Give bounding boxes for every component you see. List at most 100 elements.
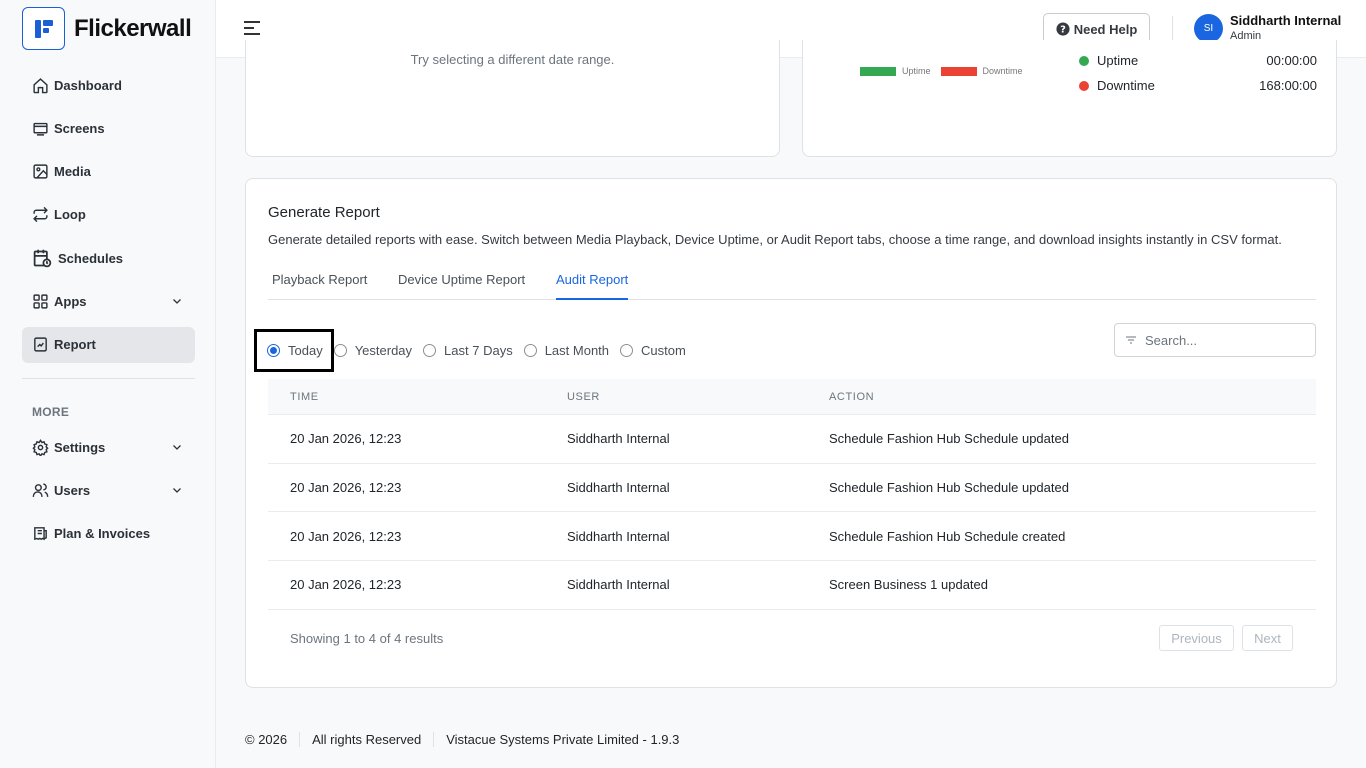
- receipt-icon: [34, 527, 47, 541]
- image-icon: [33, 164, 48, 179]
- pagination: Showing 1 to 4 of 4 results Previous Nex…: [268, 625, 1316, 651]
- sidebar-item-apps[interactable]: Apps: [22, 283, 195, 319]
- header-divider: [1172, 16, 1173, 42]
- downtime-stat: Downtime 168:00:00: [1079, 78, 1317, 93]
- cell-user: Siddharth Internal: [567, 431, 670, 447]
- users-icon: [32, 483, 49, 497]
- gear-icon: [32, 438, 49, 456]
- column-header-user: USER: [567, 390, 600, 403]
- uptime-summary-card: Uptime Downtime Uptime 00:00:00 Downtime…: [802, 40, 1337, 157]
- range-today-radio[interactable]: Today: [254, 329, 334, 372]
- radio-indicator: [620, 344, 634, 357]
- generate-report-card: Generate Report Generate detailed report…: [245, 178, 1337, 688]
- cell-user: Siddharth Internal: [567, 480, 670, 496]
- main-nav: Dashboard Screens Media Loop Schedules A…: [22, 67, 195, 370]
- chevron-down-icon: [173, 488, 181, 494]
- menu-icon[interactable]: [243, 19, 261, 37]
- cell-time: 20 Jan 2026, 12:23: [290, 480, 402, 496]
- cell-time: 20 Jan 2026, 12:23: [290, 431, 402, 447]
- user-name[interactable]: Siddharth Internal: [1230, 13, 1341, 28]
- sidebar-item-label: Loop: [54, 207, 86, 223]
- chevron-down-icon: [173, 445, 181, 450]
- question-icon: ?: [1056, 22, 1070, 36]
- radio-label: Last Month: [544, 343, 610, 358]
- sidebar-item-label: Plan & Invoices: [54, 526, 151, 542]
- home-icon: [33, 77, 48, 93]
- cell-action: Schedule Fashion Hub Schedule updated: [829, 480, 1069, 496]
- stat-value: 168:00:00: [1259, 78, 1317, 93]
- search-input[interactable]: [1145, 332, 1305, 348]
- radio-label: Yesterday: [354, 343, 413, 358]
- range-last-7-days-radio[interactable]: Last 7 Days: [423, 343, 513, 358]
- brand-logo[interactable]: Flickerwall: [22, 7, 192, 50]
- sidebar-item-settings[interactable]: Settings: [22, 429, 195, 465]
- radio-label: Today: [288, 343, 323, 358]
- sidebar-item-plan-invoices[interactable]: Plan & Invoices: [22, 516, 195, 552]
- monitor-icon: [33, 122, 48, 136]
- cell-action: Schedule Fashion Hub Schedule created: [829, 528, 1066, 544]
- previous-button[interactable]: Previous: [1159, 625, 1234, 651]
- radio-label: Custom: [641, 343, 686, 358]
- stat-label: Downtime: [1097, 78, 1155, 93]
- sidebar: Flickerwall Dashboard Screens Media Loop…: [0, 0, 216, 768]
- sidebar-item-dashboard[interactable]: Dashboard: [22, 67, 195, 103]
- footer-copyright: © 2026: [245, 732, 288, 747]
- cell-user: Siddharth Internal: [567, 577, 670, 593]
- avatar[interactable]: SI: [1194, 14, 1223, 43]
- sidebar-item-media[interactable]: Media: [22, 154, 195, 190]
- brand-name: Flickerwall: [74, 14, 192, 42]
- footer-company: Vistacue Systems Private Limited - 1.9.3: [433, 732, 691, 747]
- sidebar-item-label: Dashboard: [54, 77, 122, 93]
- cell-time: 20 Jan 2026, 12:23: [290, 577, 402, 593]
- radio-indicator: [333, 344, 347, 357]
- sidebar-item-report[interactable]: Report: [22, 326, 195, 363]
- grid-icon: [33, 294, 48, 309]
- radio-indicator: [267, 344, 280, 357]
- tab-device-uptime-report[interactable]: Device Uptime Report: [398, 272, 525, 300]
- report-tabs: Playback Report Device Uptime Report Aud…: [268, 259, 1316, 300]
- column-header-action: ACTION: [829, 390, 875, 403]
- need-help-label: Need Help: [1073, 21, 1138, 37]
- secondary-nav: Settings Users Plan & Invoices: [22, 429, 195, 559]
- status-dot: [1079, 55, 1089, 66]
- range-last-month-radio[interactable]: Last Month: [523, 343, 610, 358]
- tab-playback-report[interactable]: Playback Report: [272, 272, 367, 300]
- chevron-down-icon: [173, 299, 181, 305]
- sidebar-divider: [22, 378, 195, 379]
- table-row: 20 Jan 2026, 12:23 Siddharth Internal Sc…: [268, 415, 1316, 464]
- status-dot: [1079, 80, 1089, 91]
- sidebar-item-label: Users: [54, 482, 91, 498]
- range-yesterday-radio[interactable]: Yesterday: [333, 343, 413, 358]
- next-button[interactable]: Next: [1242, 625, 1293, 651]
- page-footer: © 2026 All rights Reserved Vistacue Syst…: [245, 732, 691, 747]
- svg-text:?: ?: [1060, 25, 1066, 36]
- cell-time: 20 Jan 2026, 12:23: [290, 528, 402, 544]
- sidebar-item-label: Schedules: [58, 250, 124, 266]
- sidebar-item-screens[interactable]: Screens: [22, 110, 195, 146]
- results-info: Showing 1 to 4 of 4 results: [290, 631, 444, 646]
- radio-indicator: [523, 344, 537, 357]
- sidebar-item-users[interactable]: Users: [22, 472, 195, 508]
- chart-legend: Uptime Downtime: [860, 66, 1033, 76]
- sidebar-item-loop[interactable]: Loop: [22, 197, 195, 233]
- report-icon: [34, 337, 47, 352]
- report-title: Generate Report: [268, 204, 380, 221]
- cell-user: Siddharth Internal: [567, 528, 670, 544]
- empty-state-hint: Try selecting a different date range.: [410, 52, 615, 67]
- date-range-options: Today Yesterday Last 7 Days Last Month C…: [254, 329, 697, 372]
- sidebar-item-schedules[interactable]: Schedules: [22, 240, 195, 276]
- report-description: Generate detailed reports with ease. Swi…: [268, 232, 1282, 247]
- range-custom-radio[interactable]: Custom: [620, 343, 686, 358]
- tab-audit-report[interactable]: Audit Report: [556, 272, 629, 300]
- table-row: 20 Jan 2026, 12:23 Siddharth Internal Sc…: [268, 512, 1316, 562]
- sidebar-item-label: Screens: [54, 120, 105, 136]
- calendar-clock-icon: [33, 249, 52, 267]
- filter-icon: [1126, 336, 1136, 344]
- sidebar-item-label: Media: [54, 164, 91, 180]
- table-header: TIME USER ACTION: [268, 379, 1316, 415]
- audit-table: TIME USER ACTION 20 Jan 2026, 12:23 Sidd…: [268, 379, 1316, 610]
- sidebar-item-label: Settings: [54, 439, 106, 455]
- sidebar-section-label: MORE: [32, 405, 70, 419]
- sidebar-item-label: Report: [54, 337, 96, 353]
- search-box[interactable]: [1114, 323, 1316, 357]
